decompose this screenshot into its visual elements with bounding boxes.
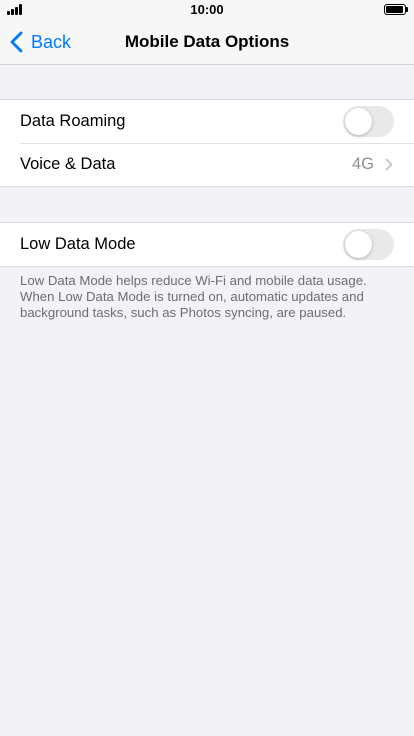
low-data-mode-toggle[interactable]: [343, 229, 394, 260]
status-time: 10:00: [190, 2, 224, 17]
navigation-bar: Back Mobile Data Options: [0, 20, 414, 65]
back-label: Back: [31, 31, 72, 52]
status-bar: 10:00: [0, 0, 414, 20]
toggle-knob: [345, 231, 372, 258]
toggle-knob: [345, 108, 372, 135]
voice-data-row[interactable]: Voice & Data 4G: [0, 143, 414, 186]
data-roaming-toggle[interactable]: [343, 106, 394, 137]
low-data-mode-row: Low Data Mode: [0, 223, 414, 266]
low-data-mode-label: Low Data Mode: [20, 235, 136, 253]
data-roaming-row: Data Roaming: [0, 100, 414, 143]
chevron-right-icon: [385, 158, 393, 171]
row-divider: [20, 143, 414, 144]
back-button[interactable]: Back: [10, 30, 71, 54]
low-data-mode-footnote: Low Data Mode helps reduce Wi-Fi and mob…: [20, 273, 367, 320]
battery-icon: [384, 4, 408, 15]
chevron-left-icon: [10, 31, 23, 53]
voice-data-value: 4G: [351, 155, 374, 173]
settings-group-roaming: Data Roaming Voice & Data 4G: [0, 99, 414, 187]
data-roaming-label: Data Roaming: [20, 112, 126, 130]
voice-data-label: Voice & Data: [20, 155, 116, 173]
settings-group-low-data: Low Data Mode: [0, 222, 414, 267]
